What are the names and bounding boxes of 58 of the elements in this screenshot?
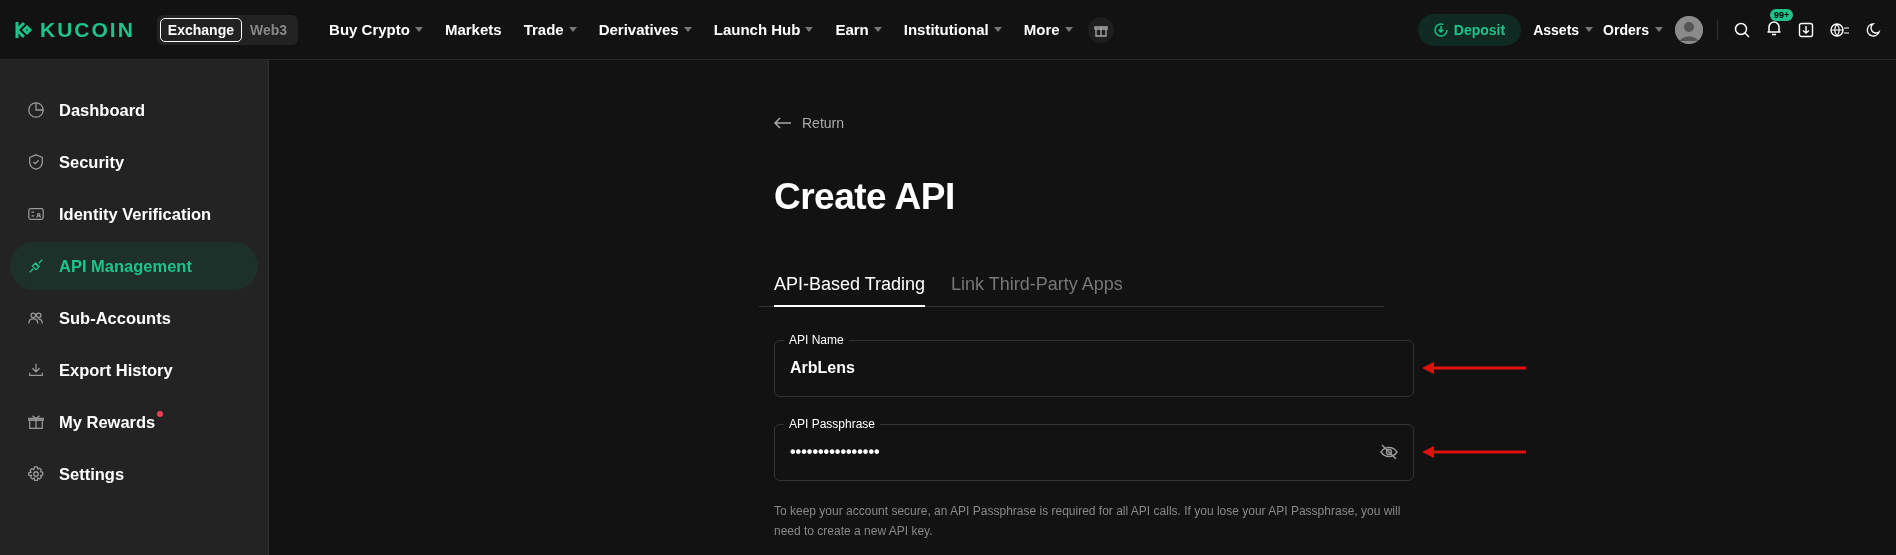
download-icon xyxy=(27,361,45,379)
sidebar-item[interactable]: My Rewards xyxy=(10,398,258,446)
deposit-button[interactable]: Deposit xyxy=(1417,13,1522,46)
nav-menu-item[interactable]: Derivatives xyxy=(587,21,703,38)
caret-icon xyxy=(683,27,692,32)
nav-menu-item[interactable]: Earn xyxy=(824,21,893,38)
download-icon[interactable] xyxy=(1798,21,1814,38)
avatar[interactable] xyxy=(1675,15,1703,44)
nav-menu-item[interactable]: Buy Crypto xyxy=(318,21,434,38)
caret-icon xyxy=(993,27,1002,32)
tab[interactable]: API-Based Trading xyxy=(774,274,926,307)
settings-icon xyxy=(27,465,45,483)
sidebar-item[interactable]: Export History xyxy=(10,346,258,394)
download-icon xyxy=(1433,22,1448,37)
nav-menu-item[interactable]: More xyxy=(1012,21,1084,38)
caret-icon xyxy=(1585,27,1594,32)
mode-tab[interactable]: Exchange xyxy=(159,17,242,42)
plug-icon xyxy=(27,257,45,275)
notification-badge: 99+ xyxy=(1770,8,1794,21)
search-icon[interactable] xyxy=(1734,21,1750,38)
mode-tab[interactable]: Web3 xyxy=(242,17,296,42)
input-field[interactable]: API Passphrase •••••••••••••••• xyxy=(774,417,1414,481)
return-link[interactable]: Return xyxy=(774,115,845,131)
nav-menu-item[interactable]: Launch Hub xyxy=(702,21,825,38)
sidebar-item[interactable]: Identity Verification xyxy=(10,190,258,238)
caret-icon xyxy=(1064,27,1073,32)
eye-off-icon[interactable] xyxy=(1380,444,1398,460)
input-field[interactable]: API Name ArbLens xyxy=(774,333,1414,397)
id-card-icon xyxy=(27,205,45,223)
sidebar-item[interactable]: Dashboard xyxy=(10,86,258,134)
nav-menu-item[interactable]: Institutional xyxy=(892,21,1013,38)
tab[interactable]: Link Third-Party Apps xyxy=(951,274,1123,307)
globe-icon[interactable] xyxy=(1830,21,1850,38)
sidebar-item[interactable]: Sub-Accounts xyxy=(10,294,258,342)
brand-name[interactable]: KUCOIN xyxy=(40,17,135,42)
page-title: Create API xyxy=(774,176,956,218)
logo-icon xyxy=(14,19,34,40)
moon-icon[interactable] xyxy=(1866,21,1882,38)
caret-icon xyxy=(1655,27,1663,32)
caret-icon xyxy=(414,27,423,32)
caret-icon xyxy=(568,27,577,32)
caret-icon xyxy=(873,27,882,32)
pie-chart-icon xyxy=(27,101,45,119)
nav-menu-item[interactable]: Markets xyxy=(433,21,513,38)
bell-icon[interactable] xyxy=(1766,19,1782,36)
sidebar-item[interactable]: API Management xyxy=(10,242,258,290)
field-label: API Name xyxy=(788,333,845,347)
gift-icon xyxy=(27,413,45,431)
help-text: To keep your account secure, an API Passphrase is required for all API calls. If you lose your API Passphrase, you will need to create a new API key. xyxy=(774,503,1402,540)
caret-icon xyxy=(805,27,814,32)
sidebar-item[interactable]: Security xyxy=(10,138,258,186)
field-label: API Passphrase xyxy=(788,417,877,431)
header-menu[interactable]: Orders xyxy=(1603,21,1663,38)
shield-icon xyxy=(27,153,45,171)
header-menu[interactable]: Assets xyxy=(1533,21,1594,38)
back-arrow-icon xyxy=(774,117,792,129)
nav-menu-item[interactable]: Trade xyxy=(512,21,588,38)
sidebar-item[interactable]: Settings xyxy=(10,450,258,498)
